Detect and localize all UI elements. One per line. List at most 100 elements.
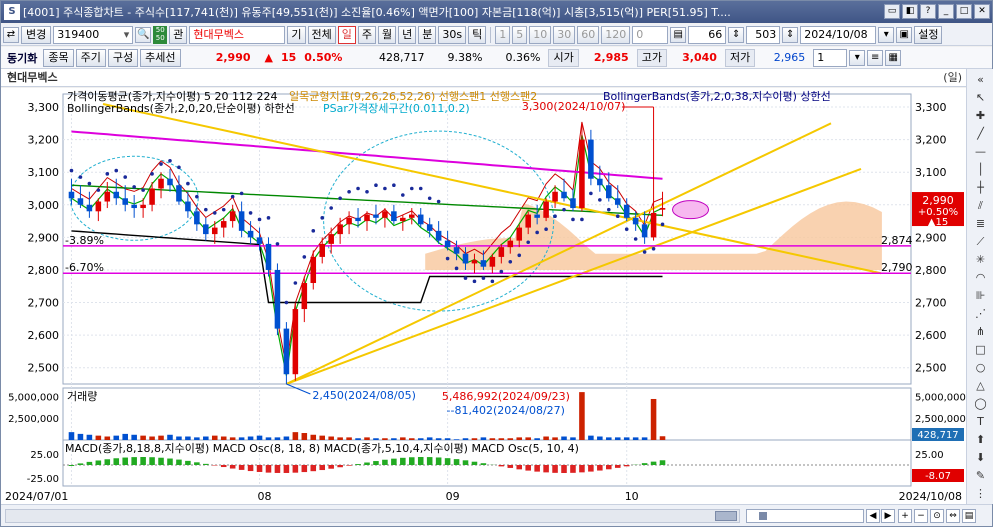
lock-icon[interactable]: ▤ bbox=[962, 509, 976, 523]
compose-button[interactable]: 구성 bbox=[107, 48, 139, 67]
page-dropdown-icon[interactable]: ▾ bbox=[849, 49, 866, 66]
pin-icon[interactable]: ◧ bbox=[902, 4, 918, 19]
minimize-icon[interactable]: _ bbox=[938, 4, 954, 19]
speed-icon[interactable]: ⋰ bbox=[971, 305, 990, 322]
zoom-reset-icon[interactable]: ⊙ bbox=[930, 509, 944, 523]
up-arrow-icon[interactable]: ⬆ bbox=[971, 431, 990, 448]
link-icon[interactable]: ⇄ bbox=[3, 26, 19, 43]
andrews-icon[interactable]: ⋔ bbox=[971, 323, 990, 340]
macd-osc-bar bbox=[426, 457, 433, 465]
gi-button[interactable]: 기 bbox=[287, 25, 306, 44]
volume-axis-label-left: 2,500,000 bbox=[8, 414, 59, 425]
volume-bar bbox=[346, 437, 352, 440]
candle-body bbox=[185, 201, 191, 212]
macd-osc-bar bbox=[167, 458, 173, 465]
vertical-line-icon[interactable]: │ bbox=[971, 161, 990, 178]
candle-body bbox=[95, 201, 102, 212]
more-icon[interactable]: ⋮ bbox=[971, 485, 990, 502]
count-a-input[interactable]: 66 bbox=[688, 25, 727, 44]
zoom-slider[interactable] bbox=[746, 509, 864, 523]
help-icon[interactable]: ? bbox=[920, 4, 936, 19]
search-icon[interactable]: 🔍 bbox=[135, 26, 152, 43]
chart-area[interactable]: 3,3003,3003,2003,2003,1003,1003,0003,000… bbox=[1, 88, 966, 504]
interval-custom-input[interactable]: 0 bbox=[632, 25, 669, 44]
period-30s-tab[interactable]: 30s bbox=[438, 25, 467, 44]
circle-icon[interactable]: ○ bbox=[971, 359, 990, 376]
trendline-button[interactable]: 추세선 bbox=[140, 48, 181, 67]
period-button[interactable]: 주기 bbox=[75, 48, 106, 67]
crosshair-icon[interactable]: ✚ bbox=[971, 107, 990, 124]
interval-120-button[interactable]: 120 bbox=[601, 25, 631, 44]
restore-icon[interactable]: ▭ bbox=[884, 4, 900, 19]
macd-osc-bar bbox=[588, 465, 594, 472]
list-icon[interactable]: ≡ bbox=[867, 49, 884, 66]
zoom-in-icon[interactable]: + bbox=[898, 509, 912, 523]
all-button[interactable]: 전체 bbox=[307, 25, 336, 44]
chart-type-icon[interactable]: ▤ bbox=[670, 26, 687, 43]
horizontal-line-icon[interactable]: — bbox=[971, 143, 990, 160]
channel-icon[interactable]: ⫽ bbox=[971, 197, 990, 214]
scroll-thumb[interactable] bbox=[715, 511, 737, 521]
settings-button[interactable]: 설정 bbox=[914, 25, 943, 44]
hline-label: -3.89% bbox=[65, 234, 104, 247]
rectangle-icon[interactable]: □ bbox=[971, 341, 990, 358]
delete-icon[interactable]: ✎ bbox=[971, 467, 990, 484]
macd-osc-bar bbox=[104, 459, 111, 465]
count-b-input[interactable]: 503 bbox=[746, 25, 781, 44]
stock-name-field[interactable]: 현대무벡스 bbox=[189, 25, 286, 44]
macd-osc-bar bbox=[507, 465, 514, 468]
cycle-icon[interactable]: ⊪ bbox=[971, 287, 990, 304]
cursor-icon[interactable]: ↖ bbox=[971, 89, 990, 106]
macd-title: MACD(종가,8,18,8,지수이평) MACD Osc(8, 18, 8) … bbox=[65, 442, 579, 455]
favorites-button[interactable]: 관 bbox=[169, 25, 188, 44]
psar-dot bbox=[204, 207, 208, 212]
date-input[interactable]: 2024/10/08 bbox=[800, 25, 877, 44]
trend-line-icon[interactable]: ╱ bbox=[971, 125, 990, 142]
maximize-icon[interactable]: □ bbox=[956, 4, 972, 19]
cross-line-icon[interactable]: ┼ bbox=[971, 179, 990, 196]
period-day-tab[interactable]: 일 bbox=[337, 25, 356, 44]
interval-30-button[interactable]: 30 bbox=[553, 25, 576, 44]
period-week-tab[interactable]: 주 bbox=[357, 25, 376, 44]
fan-icon[interactable]: ⟋ bbox=[971, 233, 990, 250]
legend-ichimoku: 일목균형지표(9,26,26,52,26) 선행스팬1 선행스팬2 bbox=[289, 89, 537, 103]
scroll-left-icon[interactable]: ◀ bbox=[866, 509, 880, 523]
chart-canvas[interactable]: 3,3003,3003,2003,2003,1003,1003,0003,000… bbox=[1, 88, 966, 504]
table-icon[interactable]: ▦ bbox=[885, 49, 902, 66]
period-month-tab[interactable]: 월 bbox=[378, 25, 397, 44]
zoom-thumb[interactable] bbox=[759, 512, 767, 520]
macd-osc-bar bbox=[310, 465, 317, 472]
down-arrow-icon[interactable]: ⬇ bbox=[971, 449, 990, 466]
gann-icon[interactable]: ✳ bbox=[971, 251, 990, 268]
interval-5-button[interactable]: 5 bbox=[512, 25, 528, 44]
interval-60-button[interactable]: 60 bbox=[577, 25, 600, 44]
period-tick-tab[interactable]: 틱 bbox=[468, 25, 487, 44]
stock-button[interactable]: 종목 bbox=[43, 48, 74, 67]
close-icon[interactable]: ✕ bbox=[974, 4, 990, 19]
macd-osc-bar bbox=[319, 465, 325, 471]
interval-10-button[interactable]: 10 bbox=[529, 25, 552, 44]
interval-1-button[interactable]: 1 bbox=[495, 25, 511, 44]
spin-b-icon[interactable]: ⇕ bbox=[782, 26, 799, 43]
save-icon[interactable]: ▣ bbox=[896, 26, 913, 43]
dropdown-icon[interactable]: ▾ bbox=[124, 27, 130, 43]
period-year-tab[interactable]: 년 bbox=[398, 25, 417, 44]
change-button[interactable]: 변경 bbox=[21, 25, 52, 44]
scroll-right-icon[interactable]: ▶ bbox=[881, 509, 895, 523]
page-select[interactable]: 1 bbox=[813, 48, 848, 67]
calendar-icon[interactable]: ▾ bbox=[878, 26, 895, 43]
collapse-icon[interactable]: « bbox=[971, 71, 990, 88]
arc-icon[interactable]: ◠ bbox=[971, 269, 990, 286]
zoom-out-icon[interactable]: − bbox=[914, 509, 928, 523]
ellipse-icon[interactable]: ◯ bbox=[971, 395, 990, 412]
fibonacci-icon[interactable]: ≣ bbox=[971, 215, 990, 232]
spin-icon[interactable]: ⇕ bbox=[728, 26, 745, 43]
period-minute-tab[interactable]: 분 bbox=[418, 25, 437, 44]
stock-code-input[interactable]: 319400 ▾ bbox=[53, 25, 134, 44]
psar-dot bbox=[347, 189, 351, 194]
text-icon[interactable]: T bbox=[971, 413, 990, 430]
triangle-icon[interactable]: △ bbox=[971, 377, 990, 394]
horizontal-scrollbar[interactable] bbox=[5, 509, 740, 523]
fit-icon[interactable]: ⇔ bbox=[946, 509, 960, 523]
volume-bar bbox=[400, 437, 406, 440]
